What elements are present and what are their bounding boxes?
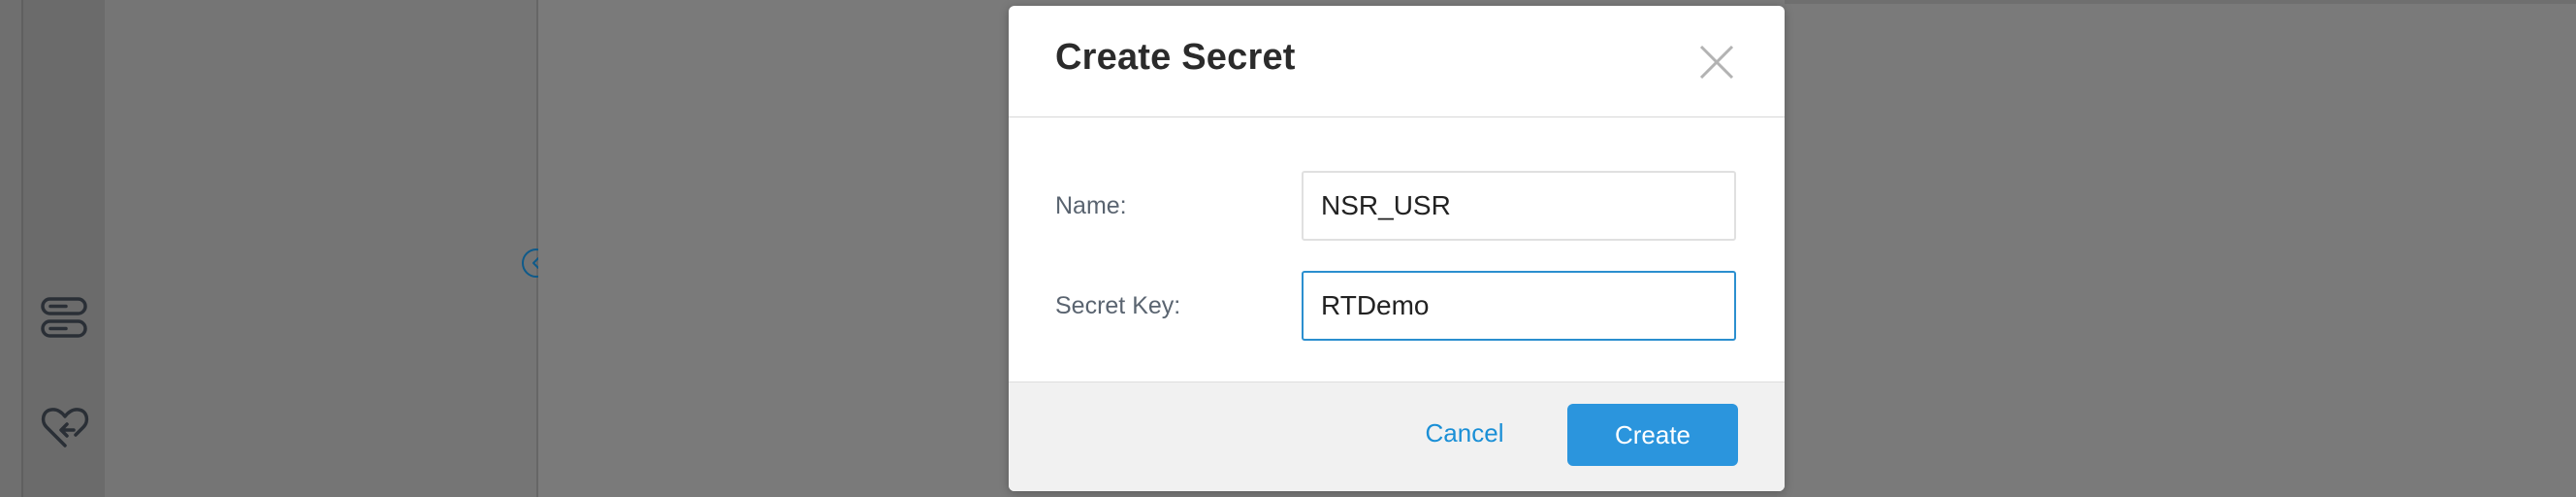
name-input[interactable] xyxy=(1302,171,1736,241)
name-label: Name: xyxy=(1055,192,1127,219)
left-edge-strip xyxy=(0,0,21,497)
list-icon[interactable] xyxy=(37,290,93,347)
secret-key-input[interactable] xyxy=(1302,271,1736,341)
dialog-title: Create Secret xyxy=(1055,37,1296,78)
close-icon[interactable] xyxy=(1697,43,1736,82)
dialog-footer: Cancel Create xyxy=(1009,381,1785,491)
dialog-header: Create Secret xyxy=(1009,6,1785,117)
content-top-border xyxy=(1785,0,2576,4)
side-panel xyxy=(105,0,538,497)
cancel-button[interactable]: Cancel xyxy=(1416,402,1513,464)
sidebar xyxy=(21,0,107,497)
create-secret-dialog: Create Secret Name: Secret Key: Cancel C… xyxy=(1009,6,1785,491)
create-button[interactable]: Create xyxy=(1567,404,1738,466)
heart-return-icon[interactable] xyxy=(37,399,93,455)
dialog-body: Name: Secret Key: xyxy=(1009,117,1785,389)
secret-key-label: Secret Key: xyxy=(1055,292,1181,319)
